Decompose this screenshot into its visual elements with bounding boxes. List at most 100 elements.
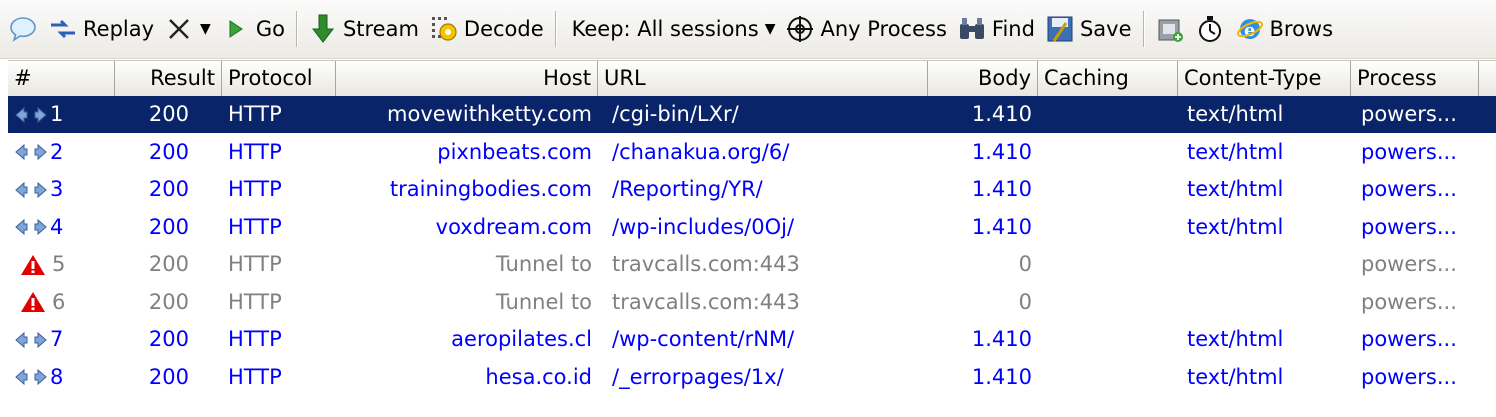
browse-label: Brows [1269, 17, 1334, 41]
arrows-icon [14, 181, 48, 199]
session-body-cell: 1.410 [971, 364, 1032, 389]
session-row[interactable]: 3 200 HTTP trainingbodies.com/Reporting/YR/… [8, 171, 1496, 208]
session-caching-cell [1038, 321, 1178, 358]
session-body-cell: 1.410 [971, 102, 1032, 126]
arrows-icon [14, 331, 48, 349]
session-row[interactable]: 6 200 HTTP Tunnel to travcalls.com:443 0 power… [8, 284, 1496, 321]
session-number: 1 [50, 102, 64, 126]
session-row[interactable]: 7 200 HTTP aeropilates.cl/wp-content/rNM/1.… [8, 321, 1496, 358]
session-number-cell: 1 [8, 96, 115, 133]
remove-button[interactable]: ▼ [159, 9, 216, 49]
column-header-caching[interactable]: Caching [1038, 61, 1178, 96]
session-result-cell: 200 [148, 139, 189, 164]
session-body-cell: 1.410 [971, 327, 1032, 351]
screenshot-button[interactable] [1150, 9, 1190, 49]
session-number: 2 [50, 139, 64, 164]
session-process-cell: powers... [1361, 139, 1457, 164]
session-url-cell: /_errorpages/1x/ [612, 364, 784, 389]
session-process-cell: powers... [1361, 102, 1457, 126]
session-protocol-cell: HTTP [228, 102, 282, 126]
arrows-icon [14, 368, 48, 386]
session-result-cell: 200 [148, 289, 189, 314]
session-row[interactable]: 8 200 HTTP hesa.co.id /_errorpages/1x/1.410 t… [8, 359, 1496, 396]
session-result-cell: 200 [148, 364, 189, 389]
session-caching-cell [1038, 284, 1178, 321]
session-row[interactable]: 5 200 HTTP Tunnel to travcalls.com:443 0 power… [8, 246, 1496, 283]
session-body-cell: 1.410 [971, 139, 1032, 164]
stopwatch-icon [1195, 14, 1225, 44]
column-header-content-type[interactable]: Content-Type [1178, 61, 1351, 96]
chevron-down-icon: ▼ [764, 21, 776, 37]
session-number: 7 [50, 327, 64, 351]
session-protocol-cell: HTTP [228, 364, 282, 389]
column-header-url[interactable]: URL [598, 61, 928, 96]
camera-icon [1155, 14, 1185, 44]
comment-button[interactable] [0, 9, 43, 49]
keep-sessions-dropdown[interactable]: Keep: All sessions ▼ [562, 9, 781, 49]
arrows-icon [14, 106, 48, 124]
session-number-cell: 6 [8, 284, 115, 321]
session-number: 3 [50, 177, 64, 201]
timer-button[interactable] [1190, 9, 1230, 49]
any-process-button[interactable]: Any Process [780, 9, 951, 49]
go-label: Go [255, 17, 285, 41]
sessions-list: # Result Protocol Host URL Body Caching … [8, 60, 1496, 417]
browse-button[interactable]: e Brows [1230, 9, 1339, 49]
session-url-cell: /cgi-bin/LXr/ [612, 102, 739, 126]
session-body-cell: 0 [1018, 252, 1032, 276]
toolbar-divider [554, 11, 556, 47]
session-process-cell: powers... [1361, 252, 1457, 276]
session-number-cell: 5 [8, 246, 115, 283]
column-header-body[interactable]: Body [928, 61, 1038, 96]
session-result-cell: 200 [148, 214, 189, 239]
session-url-cell: /wp-content/rNM/ [612, 327, 795, 351]
session-protocol-cell: HTTP [228, 252, 282, 276]
session-content-type-cell: text/html [1187, 102, 1284, 126]
session-number: 5 [52, 252, 66, 276]
save-button[interactable]: Save [1040, 9, 1137, 49]
column-header-protocol[interactable]: Protocol [222, 61, 336, 96]
column-header-result[interactable]: Result [115, 61, 222, 96]
session-result-cell: 200 [148, 252, 189, 276]
session-protocol-cell: HTTP [228, 139, 282, 164]
arrows-icon [14, 218, 48, 236]
binoculars-icon [957, 14, 987, 44]
session-url-cell: travcalls.com:443 [612, 289, 800, 314]
session-content-type-cell: text/html [1187, 177, 1284, 201]
session-row[interactable]: 1 200 HTTP movewithketty.com/cgi-bin/LXr/1.… [8, 96, 1496, 133]
column-header-num[interactable]: # [8, 61, 115, 96]
stream-button[interactable]: Stream [303, 9, 424, 49]
session-content-type-cell [1181, 246, 1351, 283]
column-header-host[interactable]: Host [336, 61, 598, 96]
session-caching-cell [1038, 209, 1178, 246]
session-url-cell: /chanakua.org/6/ [612, 139, 790, 164]
session-content-type-cell: text/html [1187, 214, 1284, 239]
session-row[interactable]: 4 200 HTTP voxdream.com/wp-includes/0Oj/1.4… [8, 209, 1496, 246]
toolbar: Replay ▼ Go Stream Decode Keep: All sess… [0, 0, 1496, 59]
session-content-type-cell [1181, 284, 1351, 321]
session-number: 6 [52, 289, 66, 314]
toolbar-divider [295, 11, 297, 47]
session-result-cell: 200 [148, 327, 189, 351]
session-content-type-cell: text/html [1187, 327, 1284, 351]
session-number-cell: 3 [8, 171, 115, 208]
go-button[interactable]: Go [216, 9, 290, 49]
session-caching-cell [1038, 171, 1178, 208]
session-row[interactable]: 2 200 HTTP pixnbeats.com/chanakua.org/6/1.4… [8, 134, 1496, 171]
chevron-down-icon[interactable]: ▼ [200, 21, 211, 37]
internet-explorer-icon: e [1235, 14, 1265, 44]
session-caching-cell [1038, 134, 1178, 171]
session-result-cell: 200 [148, 177, 189, 201]
session-process-cell: powers... [1361, 214, 1457, 239]
decode-button[interactable]: Decode [424, 9, 549, 49]
save-label: Save [1079, 17, 1132, 41]
warning-icon [20, 291, 46, 313]
find-button[interactable]: Find [952, 9, 1040, 49]
session-number: 4 [50, 214, 64, 239]
sessions-header: # Result Protocol Host URL Body Caching … [8, 60, 1496, 97]
session-host-cell: Tunnel to [495, 289, 592, 314]
keep-sessions-label: Keep: All sessions [571, 17, 759, 41]
replay-button[interactable]: Replay [43, 9, 159, 49]
decode-icon [429, 14, 459, 44]
column-header-process[interactable]: Process [1351, 61, 1479, 96]
